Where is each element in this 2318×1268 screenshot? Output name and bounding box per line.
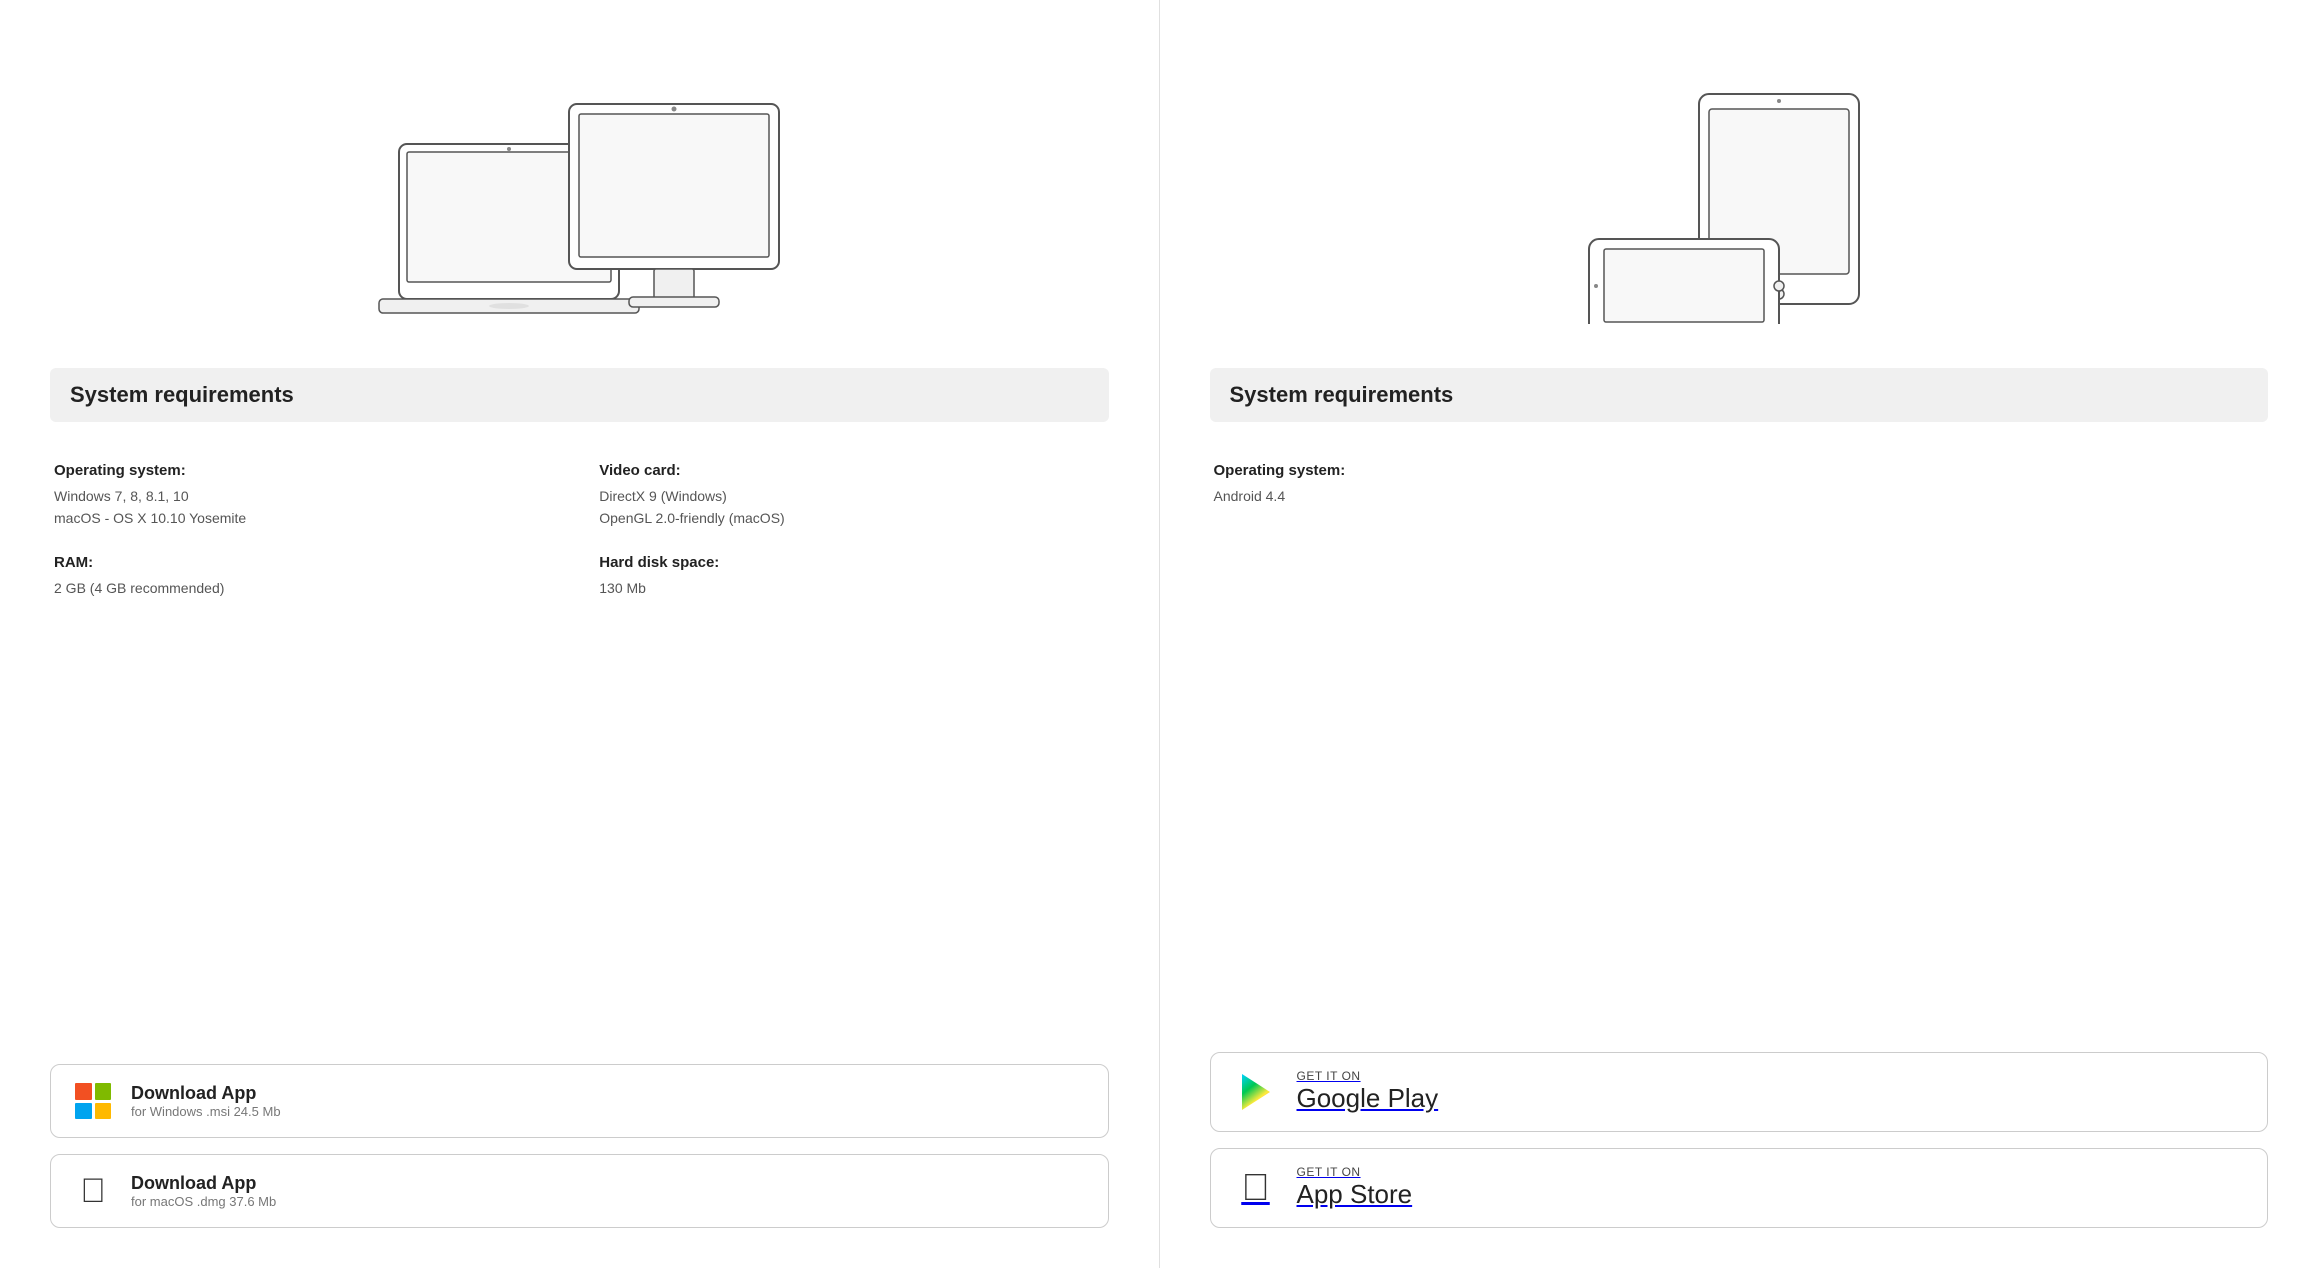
requirements-list-right: Operating system: Android 4.4: [1210, 446, 2269, 523]
req-hdd-value: 130 Mb: [599, 577, 1104, 599]
req-os-right-label: Operating system:: [1214, 462, 2265, 479]
sysreq-header-right: System requirements: [1210, 368, 2269, 422]
right-panel: WikiFX WikiFX WikiFX WikiFX: [1160, 0, 2318, 1268]
windows-icon: [71, 1079, 115, 1123]
app-store-get-it-on: GET IT ON: [1297, 1165, 1413, 1179]
sysreq-title-right: System requirements: [1230, 382, 1454, 407]
req-os-value: Windows 7, 8, 8.1, 10 macOS - OS X 10.10…: [54, 485, 559, 530]
left-panel: WikiFX WikiFX WikiFX WikiFX: [0, 0, 1160, 1268]
download-windows-subtitle: for Windows .msi 24.5 Mb: [131, 1104, 281, 1119]
apple-icon: : [71, 1169, 115, 1213]
sysreq-header-left: System requirements: [50, 368, 1109, 422]
req-ram: RAM: 2 GB (4 GB recommended): [54, 554, 559, 599]
sysreq-title-left: System requirements: [70, 382, 294, 407]
google-play-store-name: Google Play: [1297, 1083, 1439, 1114]
google-play-icon: [1231, 1067, 1281, 1117]
download-macos-title: Download App: [131, 1173, 276, 1194]
req-os: Operating system: Windows 7, 8, 8.1, 10 …: [54, 462, 559, 530]
req-ram-value: 2 GB (4 GB recommended): [54, 577, 559, 599]
req-os-label: Operating system:: [54, 462, 559, 479]
store-badges-right: GET IT ON Google Play  GET IT ON App St…: [1210, 1052, 2269, 1228]
app-store-store-name: App Store: [1297, 1179, 1413, 1210]
requirements-grid-left: Operating system: Windows 7, 8, 8.1, 10 …: [50, 446, 1109, 615]
download-windows-title: Download App: [131, 1083, 281, 1104]
req-videocard: Video card: DirectX 9 (Windows) OpenGL 2…: [599, 462, 1104, 530]
req-videocard-label: Video card:: [599, 462, 1104, 479]
download-buttons-left: Download App for Windows .msi 24.5 Mb  …: [50, 1064, 1109, 1228]
req-os-right-value: Android 4.4: [1214, 485, 2265, 507]
app-store-icon: : [1231, 1163, 1281, 1213]
req-hdd-label: Hard disk space:: [599, 554, 1104, 571]
download-windows-button[interactable]: Download App for Windows .msi 24.5 Mb: [50, 1064, 1109, 1138]
download-macos-subtitle: for macOS .dmg 37.6 Mb: [131, 1194, 276, 1209]
tablet-phone-illustration: [1210, 64, 2269, 344]
google-play-get-it-on: GET IT ON: [1297, 1069, 1439, 1083]
req-ram-label: RAM:: [54, 554, 559, 571]
desktop-laptop-illustration: [50, 64, 1109, 344]
req-videocard-value: DirectX 9 (Windows) OpenGL 2.0-friendly …: [599, 485, 1104, 530]
download-macos-button[interactable]:  Download App for macOS .dmg 37.6 Mb: [50, 1154, 1109, 1228]
app-store-button[interactable]:  GET IT ON App Store: [1210, 1148, 2269, 1228]
req-hdd: Hard disk space: 130 Mb: [599, 554, 1104, 599]
google-play-button[interactable]: GET IT ON Google Play: [1210, 1052, 2269, 1132]
